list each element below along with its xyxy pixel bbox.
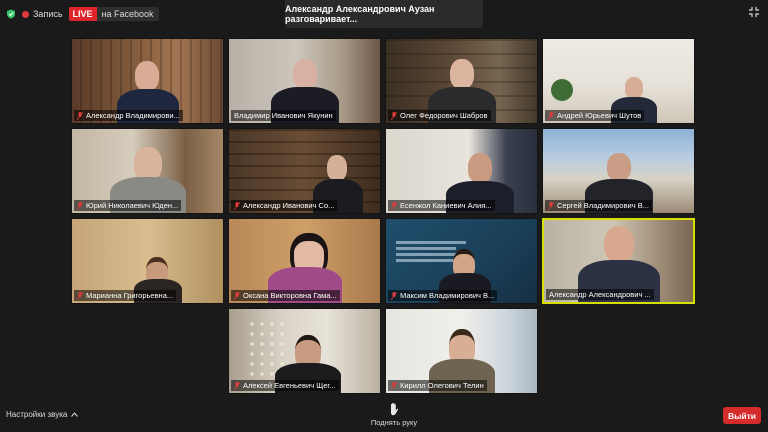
participant-nameplate: Кирилл Олегович Телин [388, 380, 487, 391]
video-tile[interactable]: Есенжол Каниевич Алия... [385, 128, 538, 214]
video-tile[interactable]: Оксана Викторовна Гама... [228, 218, 381, 304]
participant-name: Владимир Иванович Якунин [234, 111, 333, 120]
participant-name: Олег Федорович Шабров [400, 111, 488, 120]
muted-mic-icon [391, 201, 397, 210]
meeting-status-bar: Запись LIVE на Facebook [6, 6, 159, 22]
participant-nameplate: Александр Александрович ... [546, 289, 654, 300]
video-tile[interactable]: Юрий Николаевич Юден... [71, 128, 224, 214]
video-tile[interactable]: Андрей Юрьевич Шутов [542, 38, 695, 124]
participant-nameplate: Алексей Евгеньевич Щег... [231, 380, 339, 391]
video-tile-active-speaker[interactable]: Александр Александрович ... [542, 218, 695, 304]
muted-mic-icon [77, 111, 83, 120]
live-badge: LIVE [68, 7, 97, 21]
participant-name: Марианна Григорьевна... [86, 291, 174, 300]
participant-name: Алексей Евгеньевич Щег... [243, 381, 336, 390]
muted-mic-icon [391, 381, 397, 390]
active-speaker-banner: Александр Александрович Аузан разговарив… [285, 0, 483, 28]
participant-nameplate: Юрий Николаевич Юден... [74, 200, 182, 211]
audio-settings-label: Настройки звука [6, 410, 68, 419]
participant-nameplate: Александр Владимирови... [74, 110, 183, 121]
participant-name: Есенжол Каниевич Алия... [400, 201, 492, 210]
live-stream-indicator[interactable]: LIVE на Facebook [68, 7, 159, 21]
participant-nameplate: Андрей Юрьевич Шутов [545, 110, 645, 121]
chevron-up-icon [71, 412, 79, 417]
raise-hand-label: Поднять руку [370, 418, 418, 427]
video-tile[interactable]: Марианна Григорьевна... [71, 218, 224, 304]
video-tile[interactable]: Александр Владимирови... [71, 38, 224, 124]
leave-meeting-button[interactable]: Выйти [723, 407, 761, 424]
muted-mic-icon [391, 291, 397, 300]
participant-name: Андрей Юрьевич Шутов [557, 111, 642, 120]
video-tile[interactable]: Алексей Евгеньевич Щег... [228, 308, 381, 394]
muted-mic-icon [77, 201, 83, 210]
participant-nameplate: Марианна Григорьевна... [74, 290, 177, 301]
exit-fullscreen-icon[interactable] [748, 6, 760, 18]
video-tile[interactable]: Владимир Иванович Якунин [228, 38, 381, 124]
muted-mic-icon [77, 291, 83, 300]
participant-nameplate: Александр Иванович Со... [231, 200, 338, 211]
participant-nameplate: Оксана Викторовна Гама... [231, 290, 340, 301]
video-tile[interactable]: Олег Федорович Шабров [385, 38, 538, 124]
raised-hand-icon [391, 402, 399, 416]
participant-name: Оксана Викторовна Гама... [243, 291, 337, 300]
recording-indicator[interactable]: Запись [22, 9, 63, 19]
muted-mic-icon [548, 201, 554, 210]
participant-name: Александр Владимирови... [86, 111, 180, 120]
participant-nameplate: Олег Федорович Шабров [388, 110, 491, 121]
raise-hand-button[interactable]: Поднять руку [364, 402, 424, 427]
record-label: Запись [33, 9, 63, 19]
muted-mic-icon [234, 201, 240, 210]
participant-name: Сергей Владимирович В... [557, 201, 649, 210]
security-shield-icon[interactable] [6, 9, 16, 19]
participant-nameplate: Есенжол Каниевич Алия... [388, 200, 495, 211]
participant-name: Юрий Николаевич Юден... [86, 201, 179, 210]
audio-settings-button[interactable]: Настройки звука [6, 410, 79, 419]
stream-target: на Facebook [101, 9, 154, 19]
video-tile[interactable]: Сергей Владимирович В... [542, 128, 695, 214]
video-tile[interactable]: Александр Иванович Со... [228, 128, 381, 214]
video-tile[interactable]: Кирилл Олегович Телин [385, 308, 538, 394]
participant-name: Кирилл Олегович Телин [400, 381, 484, 390]
video-tile[interactable]: Максим Владимирович В... [385, 218, 538, 304]
participant-nameplate: Максим Владимирович В... [388, 290, 498, 301]
record-dot-icon [22, 10, 29, 18]
participant-name: Максим Владимирович В... [400, 291, 495, 300]
muted-mic-icon [391, 111, 397, 120]
muted-mic-icon [548, 111, 554, 120]
muted-mic-icon [234, 381, 240, 390]
participant-name: Александр Иванович Со... [243, 201, 335, 210]
participant-nameplate: Сергей Владимирович В... [545, 200, 652, 211]
muted-mic-icon [234, 291, 240, 300]
participant-nameplate: Владимир Иванович Якунин [231, 110, 336, 121]
participant-name: Александр Александрович ... [549, 290, 651, 299]
